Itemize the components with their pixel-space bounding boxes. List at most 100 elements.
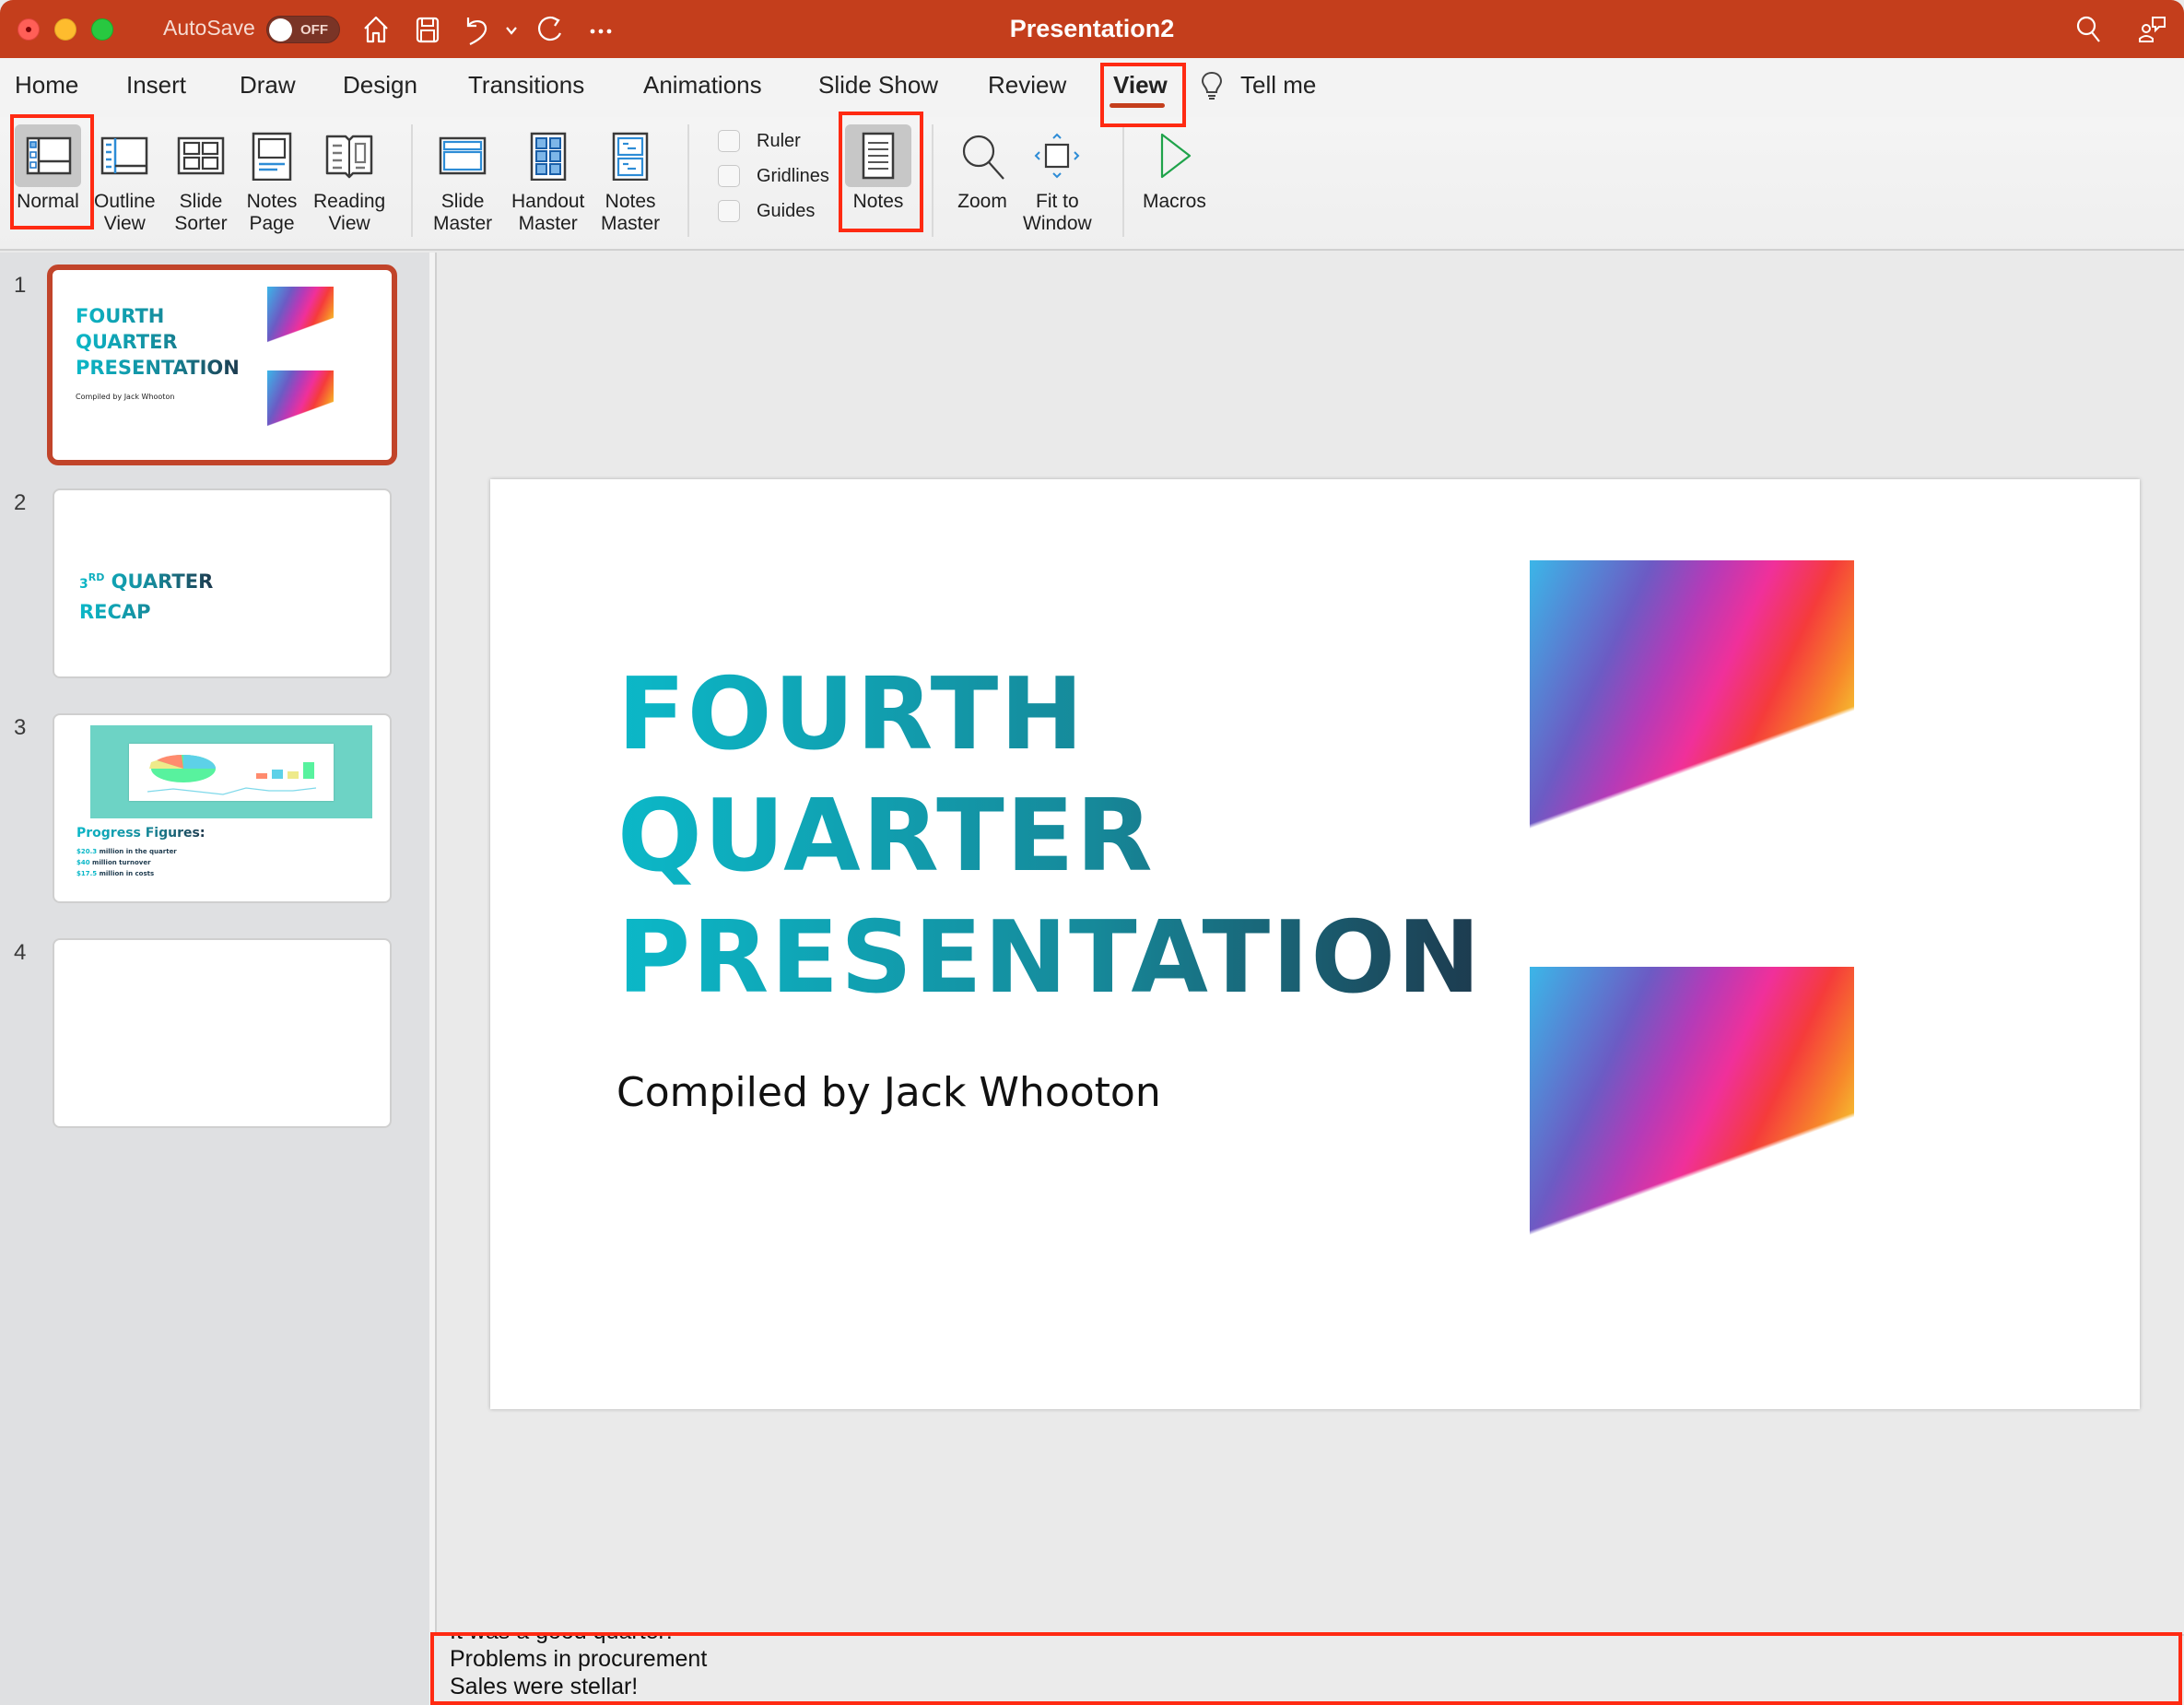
guides-checkbox[interactable]: Guides [718,200,815,222]
handout-master-icon [530,132,566,181]
play-macro-icon [1161,133,1192,179]
slide-thumbnail-2[interactable]: 3RD QUARTER RECAP [53,488,392,678]
maximize-window-button[interactable] [91,18,113,41]
powerpoint-window: AutoSave OFF Presentation2 Home Insert D… [0,0,2184,1705]
notes-line: Problems in procurement [450,1646,708,1672]
notes-master-button[interactable]: Notes Master [601,124,660,235]
ribbon-separator [411,124,413,237]
thumb-title-line: 3RD QUARTER [79,564,213,598]
slide-title-line: QUARTER [617,779,1155,894]
ribbon-separator [687,124,689,237]
view-ribbon: Normal Outline View Slide Sorter Notes P… [0,117,2184,251]
paint-splash-image[interactable] [1530,967,1854,1328]
bullet-text: million in the quarter [97,848,177,855]
checkbox-box[interactable] [718,200,740,222]
slide-thumbnail-4[interactable] [53,938,392,1128]
slide-title-line: PRESENTATION [617,900,1483,1016]
tab-transitions[interactable]: Transitions [468,71,584,100]
ruler-checkbox[interactable]: Ruler [718,130,801,152]
slide-canvas[interactable]: FOURTH QUARTER PRESENTATION Compiled by … [490,479,2140,1409]
title-bar: AutoSave OFF Presentation2 [0,0,2184,58]
normal-view-button[interactable]: Normal [15,124,81,213]
dashboard-chart-graphic [147,755,317,795]
tell-me-search[interactable]: Tell me [1240,71,1316,100]
checkbox-box[interactable] [718,165,740,187]
fit-to-window-label-2: Window [1023,213,1092,234]
notes-master-label-1: Notes [605,191,656,212]
slide-title[interactable]: FOURTH QUARTER PRESENTATION [617,654,1483,1019]
slide-subtitle[interactable]: Compiled by Jack Whooton [616,1069,1161,1116]
zoom-button[interactable]: Zoom [953,124,1012,213]
gridlines-checkbox[interactable]: Gridlines [718,165,829,187]
search-icon[interactable] [2072,13,2106,46]
bullet-text: million in costs [97,870,155,877]
outline-view-button[interactable]: Outline View [94,124,156,235]
macros-button[interactable]: Macros [1143,124,1206,213]
slide-sorter-label-2: Sorter [174,213,228,234]
save-icon[interactable] [411,13,444,46]
thumb-title: 3RD QUARTER RECAP [79,564,213,626]
close-window-button[interactable] [18,18,40,41]
notes-master-label-2: Master [601,213,661,234]
title-text: QUARTER [104,570,214,593]
reading-view-button[interactable]: Reading View [313,124,385,235]
outline-view-label-2: View [103,213,146,234]
slide-thumbnail-3[interactable]: Progress Figures: $20.3 million in the q… [53,713,392,903]
notes-pane[interactable]: It was a good quarter! Problems in procu… [433,1634,2184,1705]
notes-page-button[interactable]: Notes Page [242,124,301,235]
bullet-amount: $20.3 [76,848,98,855]
slide-master-button[interactable]: Slide Master [433,124,492,235]
notes-line: It was a good quarter! [450,1636,707,1645]
autosave-label: AutoSave [163,16,255,40]
notes-master-icon [612,132,649,181]
notes-toggle-button[interactable]: Notes [845,124,911,213]
more-icon[interactable] [584,13,617,46]
fit-to-window-button[interactable]: Fit to Window [1023,124,1092,235]
slide-number: 1 [14,273,27,298]
handout-master-label-2: Master [518,213,578,234]
slide-number: 2 [14,490,27,515]
tab-slide-show[interactable]: Slide Show [818,71,938,100]
normal-label: Normal [17,191,79,212]
slide-master-icon [439,136,487,175]
slide-thumbnails-panel[interactable]: 1 FOURTH QUARTER PRESENTATION Compiled b… [0,253,429,1705]
normal-view-icon [26,136,72,175]
zoom-label: Zoom [957,191,1007,212]
redo-icon[interactable] [534,13,568,46]
reading-view-label-1: Reading [313,191,386,212]
tab-design[interactable]: Design [343,71,417,100]
ribbon-separator [932,124,933,237]
slide-sorter-button[interactable]: Slide Sorter [171,124,230,235]
minimize-window-button[interactable] [54,18,76,41]
zoom-icon [962,135,1004,180]
outline-view-label-1: Outline [94,191,156,212]
notes-text[interactable]: It was a good quarter! Problems in procu… [450,1636,708,1700]
slide-master-label-2: Master [433,213,493,234]
undo-dropdown-icon[interactable] [503,13,520,46]
slide-master-label-1: Slide [440,191,485,212]
toggle-knob [269,18,292,41]
thumb-title-line: RECAP [79,601,151,623]
panel-splitter[interactable] [429,253,437,1705]
slide-thumbnail-1[interactable]: FOURTH QUARTER PRESENTATION Compiled by … [47,265,397,465]
thumb-heading: Progress Figures: [76,826,205,841]
paint-splash-image[interactable] [1530,560,1854,922]
gridlines-label: Gridlines [757,165,829,186]
document-title: Presentation2 [1009,15,1175,42]
tab-view[interactable]: View [1113,71,1168,100]
ruler-label: Ruler [757,130,801,151]
undo-icon[interactable] [461,13,494,46]
home-icon[interactable] [359,13,393,46]
tab-insert[interactable]: Insert [126,71,186,100]
collaborate-icon[interactable] [2136,13,2169,46]
checkbox-box[interactable] [718,130,740,152]
tab-review[interactable]: Review [988,71,1066,100]
reading-view-icon [325,135,373,179]
tab-draw[interactable]: Draw [240,71,296,100]
autosave-toggle[interactable]: OFF [266,16,340,43]
handout-master-button[interactable]: Handout Master [511,124,584,235]
tab-animations[interactable]: Animations [643,71,762,100]
tab-home[interactable]: Home [15,71,78,100]
thumb-subtitle: Compiled by Jack Whooton [76,393,175,401]
heading-text: Progress Figures [76,826,200,841]
